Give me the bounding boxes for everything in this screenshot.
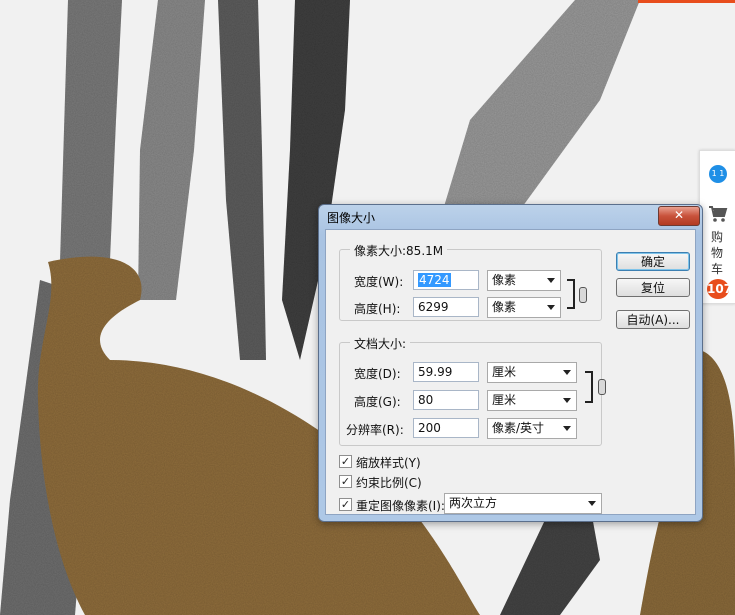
- pixel-dimensions-group: 像素大小:85.1M 宽度(W): 4724 像素 高度(H): 6299 像素: [339, 242, 602, 321]
- pixel-width-unit-select[interactable]: 像素: [487, 270, 561, 291]
- auto-button[interactable]: 自动(A)...: [616, 310, 690, 329]
- stroke-4: [218, 0, 266, 360]
- doc-width-input[interactable]: 59.99: [413, 362, 479, 382]
- reset-button[interactable]: 复位: [616, 278, 690, 297]
- chevron-down-icon: [588, 501, 596, 506]
- document-size-label: 文档大小:: [350, 335, 411, 352]
- document-size-group: 文档大小: 宽度(D): 59.99 厘米 高度(G): 80 厘米 分辨率(R…: [339, 335, 606, 446]
- pixel-height-input[interactable]: 6299: [413, 297, 479, 317]
- resolution-input[interactable]: 200: [413, 418, 479, 438]
- stroke-3: [138, 0, 205, 300]
- chain-link-icon: [579, 287, 587, 303]
- chevron-down-icon: [563, 370, 571, 375]
- doc-height-value: 80: [418, 393, 434, 407]
- pixel-height-label: 高度(H):: [354, 302, 401, 316]
- doc-width-unit-select[interactable]: 厘米: [487, 362, 577, 383]
- chevron-down-icon: [563, 426, 571, 431]
- pixel-dimensions-label: 像素大小:85.1M: [350, 242, 448, 259]
- ok-button[interactable]: 确定: [616, 252, 690, 271]
- pixel-height-unit-value: 像素: [492, 300, 517, 314]
- doc-height-unit-select[interactable]: 厘米: [487, 390, 577, 411]
- pixel-width-unit-value: 像素: [492, 273, 517, 287]
- chat-bubble-icon[interactable]: 1 1: [709, 165, 727, 183]
- pixel-width-label: 宽度(W):: [354, 275, 404, 289]
- cart-count-badge: 107: [707, 279, 732, 299]
- stroke-6: [440, 0, 640, 220]
- resolution-unit-select[interactable]: 像素/英寸: [487, 418, 577, 439]
- pixel-height-value: 6299: [418, 300, 449, 314]
- resample-checkbox[interactable]: ✓: [339, 498, 352, 511]
- shopping-cart-icon[interactable]: [708, 205, 728, 223]
- doc-height-unit-value: 厘米: [492, 393, 517, 407]
- stroke-1: [60, 0, 122, 262]
- resolution-unit-value: 像素/英寸: [492, 421, 545, 435]
- close-button[interactable]: ✕: [658, 206, 700, 226]
- resolution-value: 200: [418, 421, 441, 435]
- chevron-down-icon: [547, 278, 555, 283]
- chain-link-icon: [598, 379, 606, 395]
- scale-styles-label[interactable]: 缩放样式(Y): [356, 454, 421, 471]
- chevron-down-icon: [547, 305, 555, 310]
- doc-height-input[interactable]: 80: [413, 390, 479, 410]
- chevron-down-icon: [563, 398, 571, 403]
- resample-method-select[interactable]: 两次立方: [444, 493, 602, 514]
- constrain-proportions-label[interactable]: 约束比例(C): [356, 474, 422, 491]
- pixel-height-unit-select[interactable]: 像素: [487, 297, 561, 318]
- dialog-body: 像素大小:85.1M 宽度(W): 4724 像素 高度(H): 6299 像素…: [325, 229, 696, 515]
- dialog-title: 图像大小: [327, 211, 376, 225]
- pixel-width-selected-text: 4724: [418, 273, 451, 287]
- pixel-link-bracket: [567, 279, 575, 309]
- resolution-label: 分辨率(R):: [346, 423, 404, 437]
- doc-width-label: 宽度(D):: [354, 367, 401, 381]
- doc-width-unit-value: 厘米: [492, 365, 517, 379]
- scale-styles-checkbox[interactable]: ✓: [339, 455, 352, 468]
- resample-method-value: 两次立方: [449, 496, 498, 510]
- cart-label[interactable]: 购物车: [711, 229, 725, 277]
- pixel-width-input[interactable]: 4724: [413, 270, 479, 290]
- resample-label[interactable]: 重定图像像素(I):: [356, 497, 445, 514]
- image-size-dialog: 图像大小 ✕ 像素大小:85.1M 宽度(W): 4724 像素 高度(H): …: [318, 204, 703, 522]
- doc-height-label: 高度(G):: [354, 395, 401, 409]
- top-accent-bar: [638, 0, 735, 3]
- doc-width-value: 59.99: [418, 365, 453, 379]
- shop-side-widget: 1 1 购物车 107: [699, 150, 735, 304]
- doc-link-bracket: [585, 371, 593, 403]
- constrain-proportions-checkbox[interactable]: ✓: [339, 475, 352, 488]
